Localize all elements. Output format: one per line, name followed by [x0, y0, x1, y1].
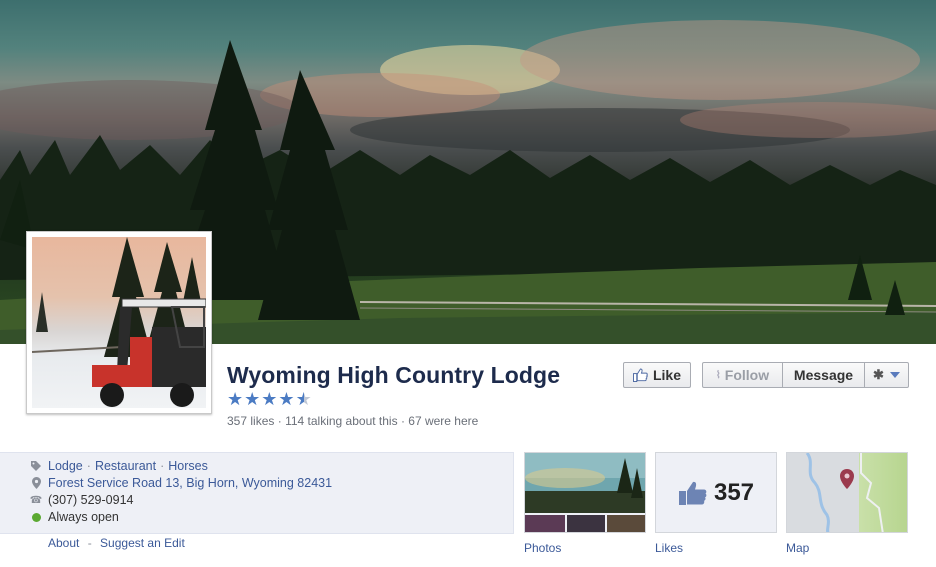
category-link-horses[interactable]: Horses: [168, 459, 208, 473]
page-title[interactable]: Wyoming High Country Lodge: [227, 362, 560, 389]
tag-icon: [30, 461, 42, 471]
map-pin-icon: [840, 469, 854, 489]
category-separator: ·: [86, 459, 91, 473]
gear-icon: ✱: [873, 367, 884, 382]
phone-icon: ☎: [29, 494, 43, 506]
phone-row: ☎ (307) 529-0914: [29, 492, 134, 508]
star-icon: ★: [227, 389, 244, 409]
map-pin-icon: [30, 477, 42, 489]
star-icon: ★: [278, 389, 295, 409]
profile-snow-vehicle-art: [32, 237, 206, 407]
stats-separator: ·: [277, 414, 282, 428]
message-button-label: Message: [793, 367, 854, 383]
stats-separator: ·: [400, 414, 405, 428]
talking-about-stat: 114 talking about this: [285, 414, 398, 428]
address-row: Forest Service Road 13, Big Horn, Wyomin…: [30, 475, 332, 491]
page-action-group: ⌇ Follow Message ✱: [702, 362, 909, 388]
thumbs-up-icon: [678, 481, 707, 505]
page-stats: 357 likes · 114 talking about this · 67 …: [227, 414, 478, 428]
status-dot-icon: [30, 512, 42, 522]
about-links: About - Suggest an Edit: [48, 536, 185, 550]
likes-app-tile[interactable]: 357: [655, 452, 777, 533]
likes-link[interactable]: Likes: [655, 541, 683, 555]
star-rating[interactable]: ★ ★ ★ ★ ★: [227, 390, 312, 408]
map-app-tile[interactable]: [786, 452, 908, 533]
address-link[interactable]: Forest Service Road 13, Big Horn, Wyomin…: [48, 476, 332, 490]
categories-row: Lodge · Restaurant · Horses: [30, 458, 208, 474]
profile-picture[interactable]: [26, 231, 212, 414]
category-separator: ·: [160, 459, 165, 473]
about-link[interactable]: About: [48, 536, 79, 550]
likes-count: 357: [713, 478, 755, 506]
were-here-stat: 67 were here: [408, 414, 479, 428]
link-separator: -: [87, 536, 92, 550]
follow-button[interactable]: ⌇ Follow: [703, 363, 783, 387]
photos-app-tile[interactable]: [524, 452, 646, 533]
suggest-edit-link[interactable]: Suggest an Edit: [100, 536, 185, 550]
settings-dropdown-button[interactable]: ✱: [865, 363, 908, 387]
star-icon: ★: [244, 389, 261, 409]
star-icon: ★: [261, 389, 278, 409]
like-button[interactable]: Like: [623, 362, 691, 388]
photos-thumbnail-art: [525, 453, 645, 532]
hours-row: Always open: [30, 509, 119, 525]
map-thumbnail-art: [805, 453, 884, 532]
category-link-restaurant[interactable]: Restaurant: [95, 459, 156, 473]
thumbs-up-icon: [633, 368, 648, 382]
like-button-label: Like: [652, 367, 681, 383]
likes-stat: 357 likes: [227, 414, 275, 428]
follow-button-label: Follow: [724, 367, 770, 383]
phone-number: (307) 529-0914: [48, 493, 134, 507]
category-link-lodge[interactable]: Lodge: [48, 459, 83, 473]
half-star-icon: ★: [295, 389, 312, 409]
photos-link[interactable]: Photos: [524, 541, 561, 555]
rss-icon: ⌇: [715, 369, 721, 381]
hours-text: Always open: [48, 510, 119, 524]
message-button[interactable]: Message: [783, 363, 865, 387]
map-link[interactable]: Map: [786, 541, 809, 555]
chevron-down-icon: [889, 372, 900, 378]
